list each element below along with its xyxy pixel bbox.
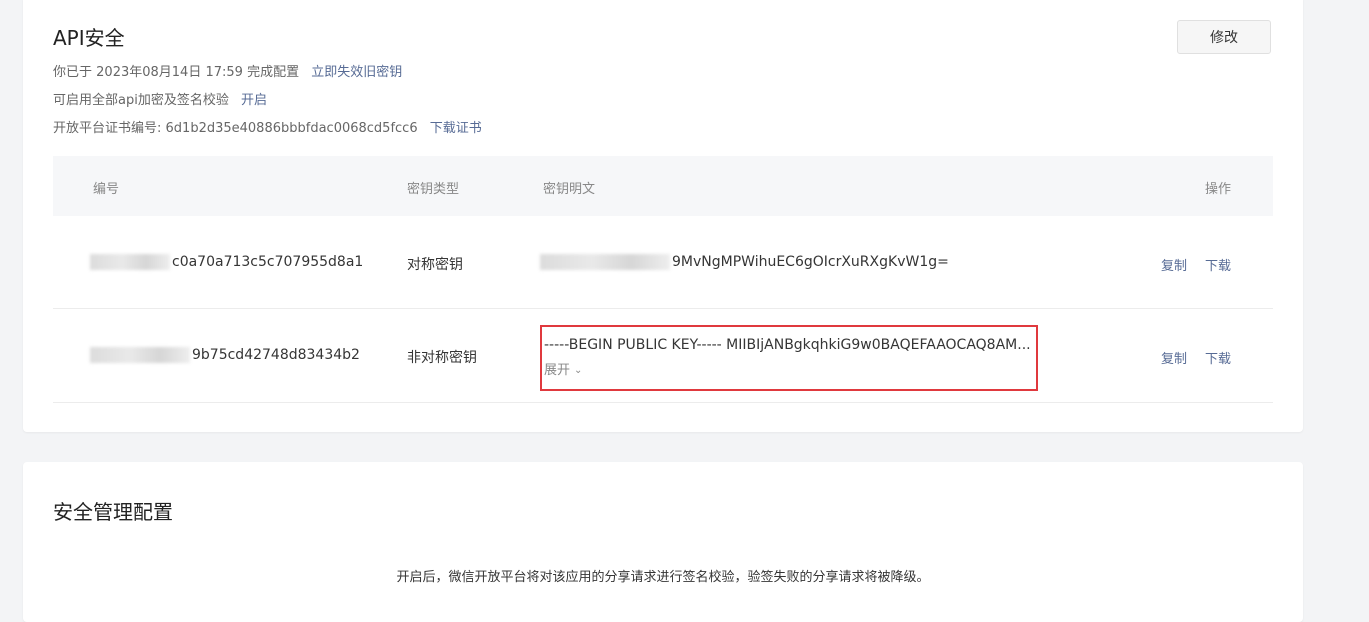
redacted-block [90,254,170,270]
config-info: 你已于 2023年08月14日 17:59 完成配置 立即失效旧密钥 [53,61,402,80]
download-button[interactable]: 下载 [1205,255,1231,274]
header-key-plain: 密钥明文 [543,182,596,197]
header-actions: 操作 [1205,182,1232,197]
key-type: 对称密钥 [407,257,463,273]
header-id: 编号 [93,182,120,197]
key-id: 9b75cd42748d83434b2 [90,347,360,363]
api-security-card: API安全 修改 你已于 2023年08月14日 17:59 完成配置 立即失效… [23,0,1303,432]
key-id: c0a70a713c5c707955d8a1 [90,254,363,270]
invalidate-old-key-link[interactable]: 立即失效旧密钥 [311,65,402,80]
redacted-block [540,254,670,270]
key-plain: 9MvNgMPWihuEC6gOIcrXuRXgKvW1g= [540,254,949,270]
public-key-text: -----BEGIN PUBLIC KEY----- MIIBIjANBgkqh… [544,337,1031,353]
security-management-title: 安全管理配置 [53,500,173,524]
download-button[interactable]: 下载 [1205,348,1231,367]
config-prefix: 你已于 [53,65,93,80]
table-header: 编号 密钥类型 密钥明文 操作 [53,156,1273,216]
encrypt-info: 可启用全部api加密及签名校验 开启 [53,89,267,108]
header-key-type: 密钥类型 [407,182,460,197]
security-management-card: 安全管理配置 开启后，微信开放平台将对该应用的分享请求进行签名校验，验签失败的分… [23,462,1303,622]
config-date: 2023年08月14日 17:59 [96,65,243,80]
copy-button[interactable]: 复制 [1161,348,1187,367]
copy-button[interactable]: 复制 [1161,255,1187,274]
config-suffix: 完成配置 [247,65,300,80]
chevron-down-icon: ⌄ [574,365,583,376]
cert-info: 开放平台证书编号: 6d1b2d35e40886bbbfdac0068cd5fc… [53,117,482,136]
table-row: 9b75cd42748d83434b2 非对称密钥 -----BEGIN PUB… [53,309,1273,403]
cert-label: 开放平台证书编号: [53,121,162,136]
redacted-block [90,347,190,363]
key-type: 非对称密钥 [407,350,477,366]
public-key-highlight: -----BEGIN PUBLIC KEY----- MIIBIjANBgkqh… [540,325,1038,391]
enable-link[interactable]: 开启 [241,93,267,108]
edit-button[interactable]: 修改 [1177,20,1271,54]
table-row: c0a70a713c5c707955d8a1 对称密钥 9MvNgMPWihuE… [53,216,1273,309]
key-table: 编号 密钥类型 密钥明文 操作 c0a70a713c5c707955d8a1 对… [53,156,1273,403]
download-cert-link[interactable]: 下载证书 [430,121,482,136]
security-description: 开启后，微信开放平台将对该应用的分享请求进行签名校验，验签失败的分享请求将被降级… [396,570,930,585]
expand-button[interactable]: 展开 ⌄ [544,359,582,378]
encrypt-text: 可启用全部api加密及签名校验 [53,93,229,108]
cert-number: 6d1b2d35e40886bbbfdac0068cd5fcc6 [165,121,418,136]
api-security-title: API安全 [53,26,125,50]
